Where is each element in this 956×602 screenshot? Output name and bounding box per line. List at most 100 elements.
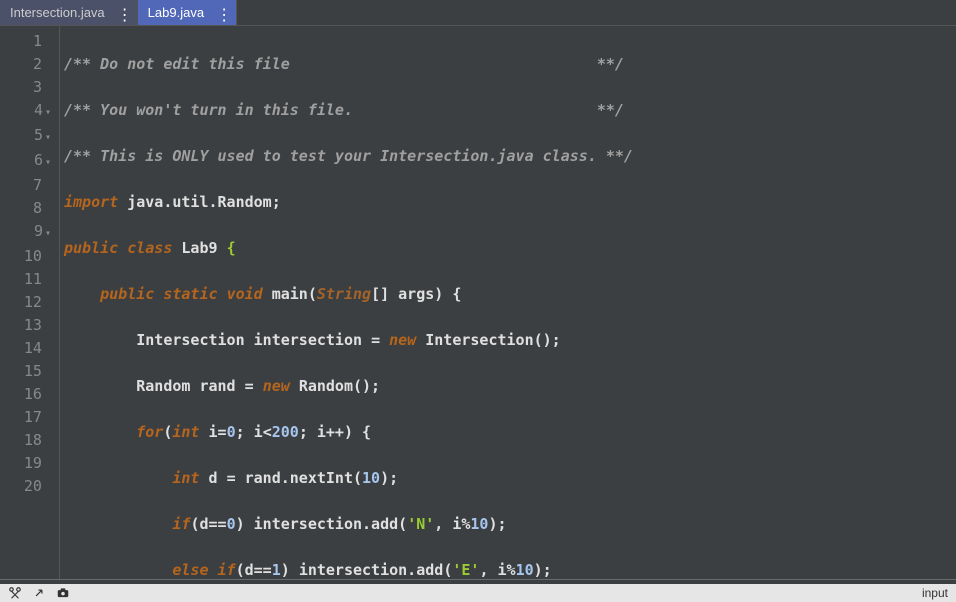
fold-icon[interactable]: ▾ [45,132,51,143]
call: rand.nextInt [245,469,353,487]
p: ( [236,561,245,579]
n: 200 [272,423,299,441]
cond: i [254,423,263,441]
kw: else [172,561,208,579]
call: Intersection [425,331,533,349]
n: 10 [516,561,534,579]
p: ( [443,561,452,579]
eq: = [227,469,236,487]
kw: import [64,193,118,211]
semi: ; [498,515,507,533]
comment: /** This is ONLY used to test your Inter… [64,147,633,165]
line-number: 8 [0,197,51,220]
p: ( [398,515,407,533]
line-number: 14 [0,337,51,360]
semi: ; [299,423,308,441]
p: ) [534,561,543,579]
name: main [272,285,308,303]
call: intersection.add [254,515,399,533]
line-number: 4▾ [0,99,51,124]
semi: ; [543,561,552,579]
var: d [209,469,218,487]
op: = [245,377,254,395]
line-number: 16 [0,383,51,406]
line-number: 17 [0,406,51,429]
ch: 'E' [452,561,479,579]
line-number: 11 [0,268,51,291]
line-number: 12 [0,291,51,314]
line-number: 20 [0,475,51,498]
tab-intersection[interactable]: Intersection.java [0,0,138,25]
txt: Random rand [136,377,244,395]
comma: , [479,561,488,579]
camera-icon[interactable] [56,586,70,600]
p: ) [488,515,497,533]
line-gutter[interactable]: 1 2 3 4▾ 5▾ 6▾ 7 8 9▾ 10 11 12 13 14 15 … [0,26,60,579]
fold-icon[interactable]: ▾ [45,157,51,168]
tab-lab9[interactable]: Lab9.java [138,0,237,25]
mod: % [507,561,516,579]
eqeq: == [254,561,272,579]
more-icon[interactable] [117,8,127,18]
bottom-bar: input [0,580,956,602]
fold-icon[interactable]: ▾ [45,107,51,118]
inc: i [317,423,326,441]
brace: { [452,285,461,303]
semi: ; [236,423,245,441]
eq: = [218,423,227,441]
var: d [199,515,208,533]
bottom-left-icons [8,586,70,600]
ch: 'N' [407,515,434,533]
lt: < [263,423,272,441]
brace: { [362,423,371,441]
cut-icon[interactable] [8,586,22,600]
p: ( [308,285,317,303]
comment: /** Do not edit this file **/ [64,55,624,73]
var: i [498,561,507,579]
code-area[interactable]: /** Do not edit this file **/ /** You wo… [60,26,956,579]
semi: ; [272,193,281,211]
kw: static [163,285,217,303]
kw: new [389,331,416,349]
n: 0 [227,515,236,533]
tab-bar: Intersection.java Lab9.java [0,0,956,26]
line-number: 15 [0,360,51,383]
kw: if [172,515,190,533]
arg: args [398,285,434,303]
p: ) [236,515,245,533]
kw: new [263,377,290,395]
line-number: 6▾ [0,149,51,174]
var: i [209,423,218,441]
expand-icon[interactable] [32,586,46,600]
type: int [172,423,199,441]
arr: [] [371,285,389,303]
p: ) [281,561,290,579]
bottom-right-label: input [922,586,948,600]
kw: for [136,423,163,441]
line-number: 1 [0,30,51,53]
comma: , [434,515,443,533]
fold-icon[interactable]: ▾ [45,228,51,239]
op: = [371,331,380,349]
kw: void [227,285,263,303]
more-icon[interactable] [216,8,226,18]
pp: ++ [326,423,344,441]
txt: Intersection intersection [136,331,371,349]
line-number: 7 [0,174,51,197]
line-number: 19 [0,452,51,475]
line-number: 5▾ [0,124,51,149]
pkg: java.util.Random [127,193,272,211]
line-number: 13 [0,314,51,337]
var: d [245,561,254,579]
line-number: 9▾ [0,220,51,245]
rest: (); [353,377,380,395]
type: int [172,469,199,487]
line-number: 3 [0,76,51,99]
semi: ; [389,469,398,487]
n: 10 [470,515,488,533]
n: 1 [272,561,281,579]
call: intersection.add [299,561,444,579]
p: ) [380,469,389,487]
kw: public [64,239,118,257]
kw: public [100,285,154,303]
